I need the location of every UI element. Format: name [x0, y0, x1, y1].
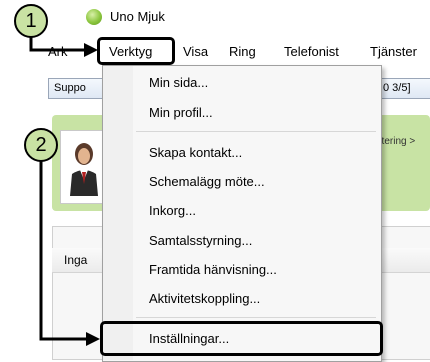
callout-1: 1	[14, 4, 48, 38]
callout-connectors	[29, 37, 100, 346]
callout-2: 2	[24, 128, 58, 162]
